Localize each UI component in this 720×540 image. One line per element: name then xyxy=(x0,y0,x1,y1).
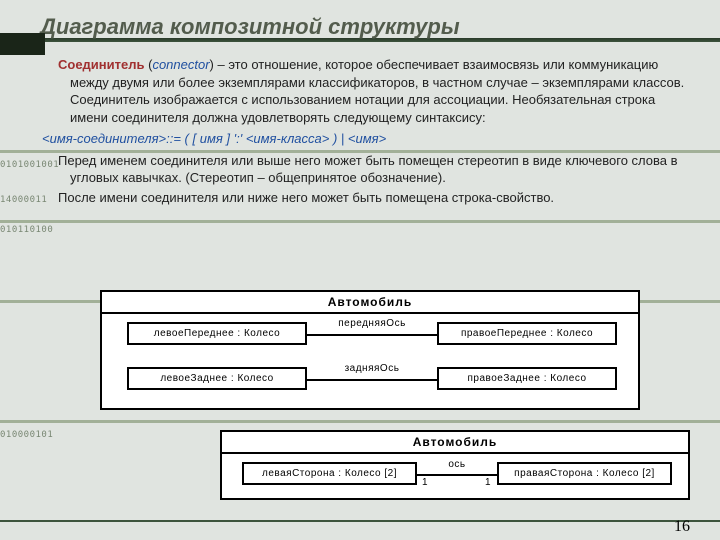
composite-diagram-1: Автомобиль левоеПереднее : Колесо правое… xyxy=(100,290,640,410)
composite-diagram-2: Автомобиль леваяСторона : Колесо [2] пра… xyxy=(220,430,710,500)
para2-text: Перед именем соединителя или выше него м… xyxy=(70,152,688,187)
syntax-line: <имя-соединителя>::= ( [ имя ] ':' <имя-… xyxy=(42,130,688,148)
bg-binary-text: 14000011 xyxy=(0,195,47,205)
page-number: 16 xyxy=(674,518,690,536)
multiplicity-right: 1 xyxy=(485,477,491,488)
role-top-right: правоеПереднее : Колесо xyxy=(437,322,617,345)
role-bottom-left: левоеЗаднее : Колесо xyxy=(127,367,307,390)
class-title-2: Автомобиль xyxy=(222,432,688,454)
role-right: праваяСторона : Колесо [2] xyxy=(497,462,672,485)
para3-text: После имени соединителя или ниже него мо… xyxy=(70,189,688,207)
role-top-left: левоеПереднее : Колесо xyxy=(127,322,307,345)
bg-binary-text: 0101001001 xyxy=(0,160,59,170)
class-title-1: Автомобиль xyxy=(102,292,638,314)
title-bar: Диаграмма композитной структуры xyxy=(0,10,720,42)
term-english: connector xyxy=(152,57,209,72)
slide-title: Диаграмма композитной структуры xyxy=(40,14,460,40)
multiplicity-left: 1 xyxy=(422,477,428,488)
bg-binary-text: 010000101 xyxy=(0,430,53,440)
role-bottom-right: правоеЗаднее : Колесо xyxy=(437,367,617,390)
title-accent-block xyxy=(0,33,45,55)
footer-line xyxy=(0,520,720,522)
body-content: Соединитель (connector) – это отношение,… xyxy=(58,54,688,208)
connector-label-2: ось xyxy=(437,459,477,470)
connector-label-bottom: задняяОсь xyxy=(332,363,412,374)
connector-label-top: передняяОсь xyxy=(327,318,417,329)
term-russian: Соединитель xyxy=(58,57,145,72)
role-left: леваяСторона : Колесо [2] xyxy=(242,462,417,485)
bg-binary-text: 010110100 xyxy=(0,225,53,235)
